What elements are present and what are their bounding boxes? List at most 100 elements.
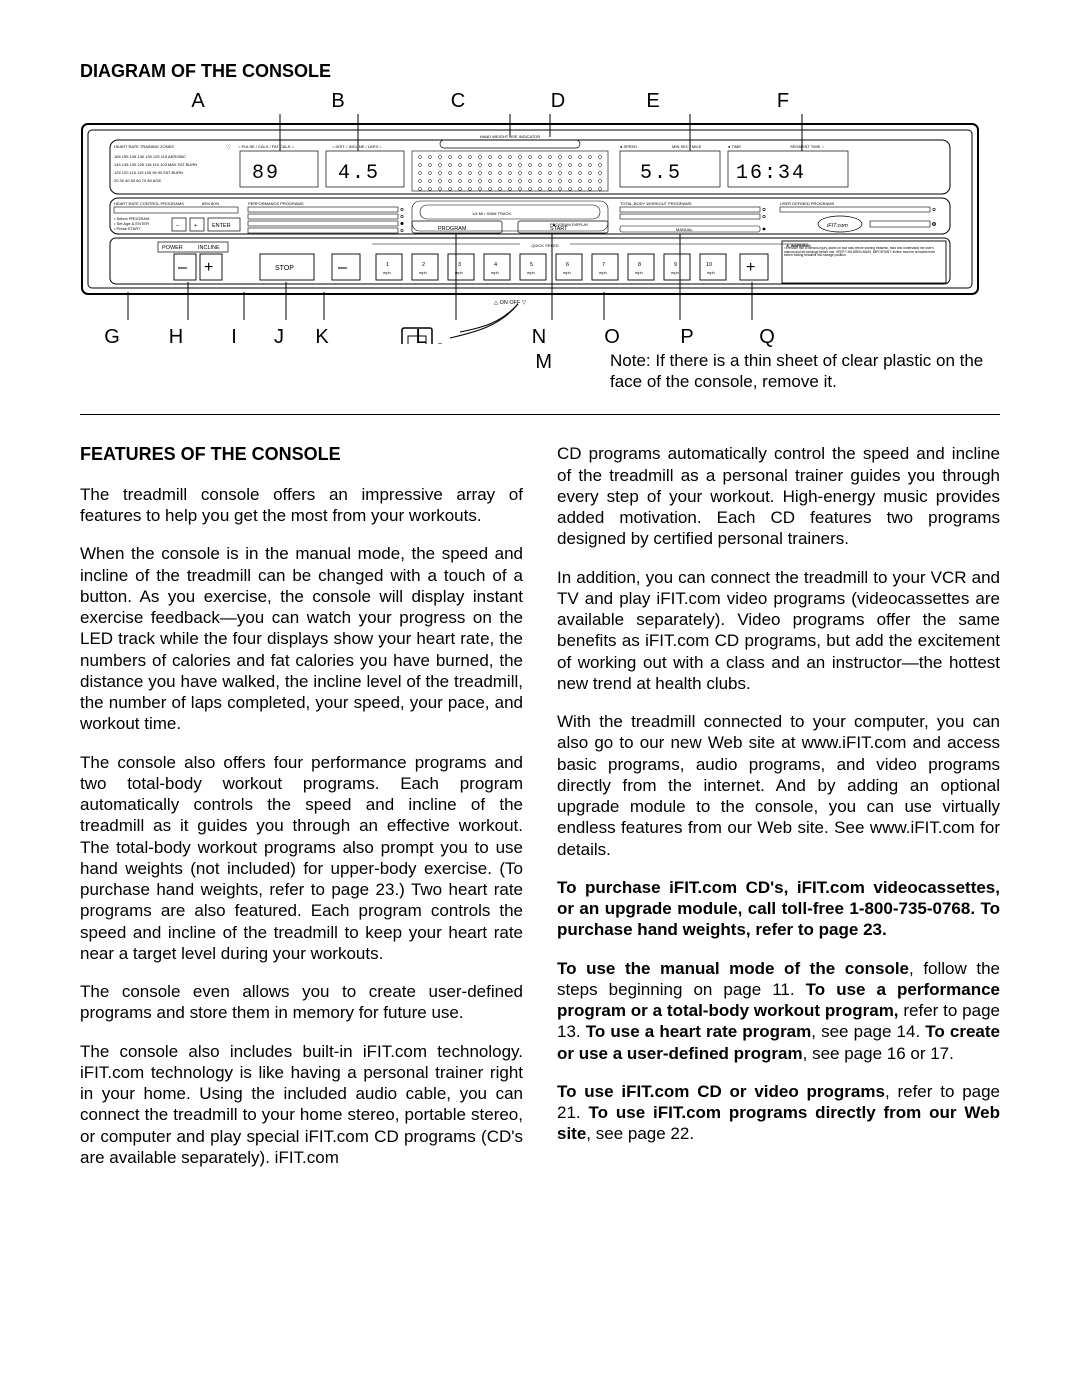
minus-button[interactable]: – (176, 223, 180, 229)
quick-speed-7[interactable]: 7mph (592, 254, 618, 280)
svg-text:mph: mph (383, 270, 391, 275)
svg-text:1: 1 (386, 262, 389, 268)
hand-weight-label: HAND WEIGHT USE INDICATOR (480, 134, 541, 139)
svg-text:3: 3 (458, 262, 461, 268)
quick-speed-6[interactable]: 6 mph (556, 254, 582, 280)
svg-text:6: 6 (566, 262, 569, 268)
features-p5: The console also includes built-in iFIT.… (80, 1041, 523, 1169)
hr-percent: 65% 80% (202, 201, 220, 206)
features-r6: To use iFIT.com CD or video programs, re… (557, 1081, 1000, 1145)
features-r3: With the treadmill connected to your com… (557, 711, 1000, 860)
features-p1: The treadmill console offers an impressi… (80, 484, 523, 527)
label-K: K (298, 325, 346, 350)
label-I: I (208, 325, 260, 350)
label-A: A (98, 89, 298, 114)
features-r1: CD programs automatically control the sp… (557, 443, 1000, 549)
display-distance: 4.5 (338, 162, 380, 185)
quick-speed-3[interactable]: 3mph (448, 254, 474, 280)
label-P: P (642, 325, 732, 350)
console-illustration: HEART RATE TRAINING ZONES 165 155 145 14… (80, 114, 980, 349)
display-pulse: 89 (252, 162, 280, 185)
on-off-label: △ ON OFF ▽ (494, 300, 527, 306)
svg-text:–: – (338, 259, 347, 276)
time-panel-title: ● TIME (728, 144, 741, 149)
features-r2: In addition, you can connect the treadmi… (557, 567, 1000, 695)
perf-title: PERFORMANCE PROGRAMS (248, 201, 304, 206)
quick-speed-2[interactable]: 2 mph (412, 254, 438, 280)
heading-features: FEATURES OF THE CONSOLE (80, 443, 523, 466)
svg-text:mph: mph (635, 270, 643, 275)
segment-panel-title: SEGMENT TIME ○ (790, 144, 824, 149)
label-M: M (535, 351, 552, 373)
svg-text:5: 5 (530, 262, 533, 268)
quick-speed-9[interactable]: 9mph (664, 254, 690, 280)
quick-speed-1[interactable]: 1 mph (376, 254, 402, 280)
svg-text:2: 2 (422, 262, 425, 268)
heading-diagram: DIAGRAM OF THE CONSOLE (80, 60, 1000, 83)
quick-speed-4[interactable]: 4 mph (484, 254, 510, 280)
left-column: FEATURES OF THE CONSOLE The treadmill co… (80, 443, 523, 1185)
label-D: D (538, 89, 578, 114)
display-speed: 5.5 (640, 162, 682, 185)
incline-label: INCLINE (198, 245, 220, 251)
svg-text:♡: ♡ (226, 144, 231, 151)
label-J: J (260, 325, 298, 350)
total-body-title: TOTAL-BODY WORKOUT PROGRAMS (620, 201, 692, 206)
plus-button[interactable]: + (194, 223, 197, 229)
svg-text:iFIT.com: iFIT.com (827, 223, 848, 229)
svg-text:7: 7 (602, 262, 605, 268)
label-Q: Q (732, 325, 802, 350)
power-label: POWER (162, 245, 183, 251)
manual-page: DIAGRAM OF THE CONSOLE A B C D E F (0, 0, 1080, 1245)
svg-text:9: 9 (674, 262, 677, 268)
svg-text:PROGRAM: PROGRAM (438, 226, 467, 232)
svg-text:8: 8 (638, 262, 641, 268)
features-p4: The console even allows you to create us… (80, 981, 523, 1024)
svg-text:4: 4 (494, 262, 497, 268)
svg-text:20 30 40 50 60 70: 20 30 40 50 60 70 80 AGE (114, 178, 161, 183)
label-F: F (728, 89, 838, 114)
svg-text:START: START (550, 226, 568, 232)
label-N: N (496, 325, 582, 350)
label-G: G (80, 325, 144, 350)
quick-speed-8[interactable]: 8 mph (628, 254, 654, 280)
right-column: CD programs automatically control the sp… (557, 443, 1000, 1185)
display-time: 16:34 (736, 162, 806, 185)
features-r5: To use the manual mode of the console, f… (557, 958, 1000, 1064)
svg-text:+: + (746, 259, 755, 276)
quick-speed-label: QUICK SPEED (531, 243, 558, 248)
manual-label: MANUAL (676, 227, 693, 232)
svg-text:125 120 115 110 105 95: 125 120 115 110 105 95 90 FAT BURN (114, 170, 183, 175)
warning-text: To reduce risk of serious injury, stand … (784, 247, 944, 258)
features-r4: To purchase iFIT.com CD's, iFIT.com vide… (557, 877, 1000, 941)
label-H: H (144, 325, 208, 350)
divider (80, 414, 1000, 415)
dist-panel-title: ○ DIST. / INCLINE / LAPS ○ (332, 144, 382, 149)
hr-zones-title: HEART RATE TRAINING ZONES (114, 144, 174, 149)
track-title: 1/4 MI / 400M TRACK (472, 211, 511, 216)
quick-speed-5[interactable]: 5 mph (520, 254, 546, 280)
svg-text:mph: mph (491, 270, 499, 275)
label-C: C (378, 89, 538, 114)
svg-text:145 138 130 125 118 110: 145 138 130 125 118 110 103 MAX FAT BURN (114, 162, 197, 167)
features-columns: FEATURES OF THE CONSOLE The treadmill co… (80, 443, 1000, 1185)
svg-text:mph: mph (563, 270, 571, 275)
svg-text:–: – (178, 259, 187, 276)
ifit-logo: iFIT.com (818, 216, 935, 232)
user-defined-title: USER DEFINED PROGRAMS (780, 201, 835, 206)
label-L: L (346, 325, 496, 350)
svg-text:mph: mph (419, 270, 427, 275)
label-B: B (298, 89, 378, 114)
svg-text:10: 10 (706, 262, 712, 268)
speed-panel-title: ● SPEED (620, 144, 637, 149)
svg-text:mph: mph (707, 270, 715, 275)
svg-text:165 155 145 140 130 125: 165 155 145 140 130 125 115 AEROBIC (114, 154, 186, 159)
enter-button[interactable]: ENTER (212, 223, 231, 229)
quick-speed-10[interactable]: 10 mph (700, 254, 726, 280)
pulse-panel-title: ○ PULSE / CALS / FAT CALS ○ (238, 144, 294, 149)
label-O: O (582, 325, 642, 350)
diagram-top-labels: A B C D E F (80, 89, 1000, 114)
svg-text:+: + (204, 259, 213, 276)
features-p3: The console also offers four performance… (80, 752, 523, 965)
svg-text:mph: mph (527, 270, 535, 275)
